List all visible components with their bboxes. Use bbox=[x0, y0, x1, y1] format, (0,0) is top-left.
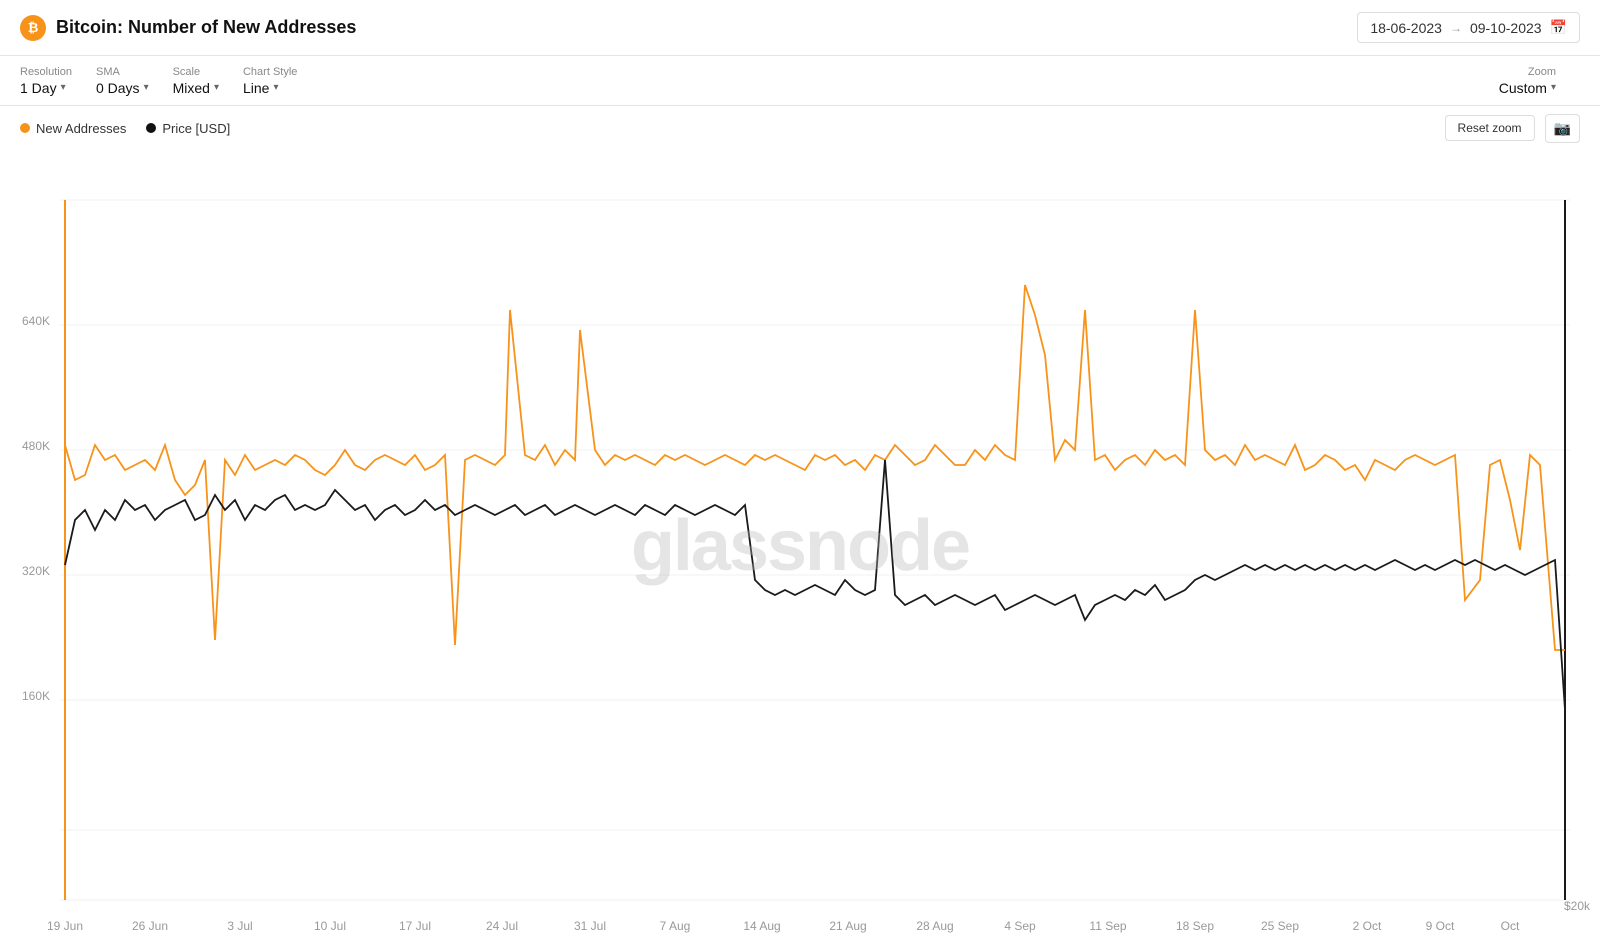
chart-style-value: Line bbox=[243, 80, 269, 96]
zoom-chevron: ▾ bbox=[1551, 82, 1556, 93]
svg-text:4 Sep: 4 Sep bbox=[1004, 919, 1036, 933]
btc-icon: ₿ bbox=[20, 15, 46, 41]
new-addresses-line bbox=[65, 285, 1565, 650]
svg-text:$20k: $20k bbox=[1564, 899, 1591, 913]
svg-text:31 Jul: 31 Jul bbox=[574, 919, 606, 933]
svg-text:14 Aug: 14 Aug bbox=[743, 919, 780, 933]
resolution-control: Resolution 1 Day ▾ bbox=[20, 66, 88, 96]
zoom-value: Custom bbox=[1499, 80, 1547, 96]
date-start: 18-06-2023 bbox=[1370, 20, 1442, 36]
price-line bbox=[65, 460, 1565, 710]
sma-value: 0 Days bbox=[96, 80, 140, 96]
svg-text:320K: 320K bbox=[22, 564, 50, 578]
svg-text:480K: 480K bbox=[22, 439, 50, 453]
scale-control: Scale Mixed ▾ bbox=[173, 66, 235, 96]
svg-text:160K: 160K bbox=[22, 689, 50, 703]
scale-chevron: ▾ bbox=[214, 82, 219, 93]
sma-dropdown[interactable]: 0 Days ▾ bbox=[96, 80, 149, 96]
new-addresses-dot bbox=[20, 123, 30, 133]
scale-label: Scale bbox=[173, 66, 219, 78]
svg-text:2 Oct: 2 Oct bbox=[1353, 919, 1382, 933]
scale-value: Mixed bbox=[173, 80, 210, 96]
price-label: Price [USD] bbox=[162, 121, 230, 136]
svg-text:24 Jul: 24 Jul bbox=[486, 919, 518, 933]
date-range-picker[interactable]: 18-06-2023 → 09-10-2023 📅 bbox=[1357, 12, 1580, 43]
svg-text:9 Oct: 9 Oct bbox=[1426, 919, 1455, 933]
header-left: ₿ Bitcoin: Number of New Addresses bbox=[20, 15, 356, 41]
chart-style-chevron: ▾ bbox=[273, 82, 278, 93]
new-addresses-label: New Addresses bbox=[36, 121, 126, 136]
legend-items: New Addresses Price [USD] bbox=[20, 121, 230, 136]
screenshot-button[interactable]: 📷 bbox=[1545, 114, 1580, 143]
resolution-label: Resolution bbox=[20, 66, 72, 78]
svg-text:26 Jun: 26 Jun bbox=[132, 919, 168, 933]
svg-text:19 Jun: 19 Jun bbox=[47, 919, 83, 933]
date-end: 09-10-2023 bbox=[1470, 20, 1542, 36]
chart-style-label: Chart Style bbox=[243, 66, 297, 78]
sma-chevron: ▾ bbox=[144, 82, 149, 93]
zoom-dropdown[interactable]: Custom ▾ bbox=[1499, 80, 1556, 96]
svg-text:11 Sep: 11 Sep bbox=[1089, 919, 1126, 933]
resolution-dropdown[interactable]: 1 Day ▾ bbox=[20, 80, 72, 96]
scale-dropdown[interactable]: Mixed ▾ bbox=[173, 80, 219, 96]
chart-style-control: Chart Style Line ▾ bbox=[243, 66, 313, 96]
svg-text:7 Aug: 7 Aug bbox=[660, 919, 691, 933]
svg-text:18 Sep: 18 Sep bbox=[1176, 919, 1214, 933]
page-title: Bitcoin: Number of New Addresses bbox=[56, 17, 356, 38]
legend-price: Price [USD] bbox=[146, 121, 230, 136]
calendar-icon: 📅 bbox=[1550, 19, 1567, 36]
controls-bar: Resolution 1 Day ▾ SMA 0 Days ▾ Scale Mi… bbox=[0, 56, 1600, 106]
chart-svg: 640K 480K 320K 160K $20k 19 Jun 26 Jun 3… bbox=[0, 150, 1600, 941]
svg-text:21 Aug: 21 Aug bbox=[829, 919, 866, 933]
chart-style-dropdown[interactable]: Line ▾ bbox=[243, 80, 297, 96]
legend-bar: New Addresses Price [USD] Reset zoom 📷 bbox=[0, 106, 1600, 150]
legend-actions: Reset zoom 📷 bbox=[1445, 114, 1580, 143]
svg-text:10 Jul: 10 Jul bbox=[314, 919, 346, 933]
svg-text:640K: 640K bbox=[22, 314, 50, 328]
date-arrow: → bbox=[1450, 21, 1462, 35]
resolution-value: 1 Day bbox=[20, 80, 57, 96]
zoom-control: Zoom Custom ▾ bbox=[1499, 66, 1572, 96]
legend-new-addresses: New Addresses bbox=[20, 121, 126, 136]
svg-text:3 Jul: 3 Jul bbox=[227, 919, 252, 933]
chart-area: glassnode 640K 480K 320K 160K $20k 19 Ju… bbox=[0, 150, 1600, 941]
svg-text:28 Aug: 28 Aug bbox=[916, 919, 953, 933]
reset-zoom-button[interactable]: Reset zoom bbox=[1445, 115, 1535, 141]
header: ₿ Bitcoin: Number of New Addresses 18-06… bbox=[0, 0, 1600, 56]
price-dot bbox=[146, 123, 156, 133]
svg-text:25 Sep: 25 Sep bbox=[1261, 919, 1299, 933]
resolution-chevron: ▾ bbox=[61, 82, 66, 93]
svg-text:17 Jul: 17 Jul bbox=[399, 919, 431, 933]
svg-text:Oct: Oct bbox=[1501, 919, 1520, 933]
sma-label: SMA bbox=[96, 66, 149, 78]
zoom-label: Zoom bbox=[1528, 66, 1556, 78]
sma-control: SMA 0 Days ▾ bbox=[96, 66, 165, 96]
